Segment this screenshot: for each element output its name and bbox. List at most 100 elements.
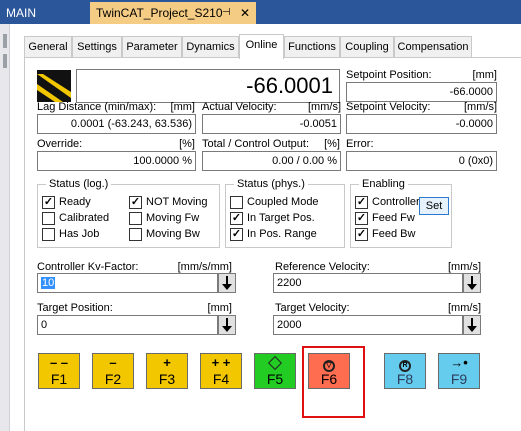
tab-label: Online <box>245 39 278 51</box>
f9-key-label: F9 <box>450 371 468 387</box>
checkbox-mark <box>129 212 142 225</box>
calibrated-checkbox[interactable]: Calibrated <box>42 212 109 226</box>
feed-fw-checkbox[interactable]: ✓ Feed Fw <box>355 212 415 226</box>
doc-tab-project-label: TwinCAT_Project_S210 <box>96 6 223 20</box>
target-velocity-unit: [mm/s] <box>448 302 481 314</box>
setpoint-position-unit: [mm] <box>472 69 497 81</box>
target-position-label: Target Position: <box>37 302 113 314</box>
f3-button[interactable]: + F3 <box>146 353 188 389</box>
target-position-input[interactable]: 0 <box>37 315 218 335</box>
tab-label: Settings <box>77 41 117 53</box>
checkbox-mark <box>42 228 55 241</box>
checkbox-mark: ✓ <box>230 228 243 241</box>
f4-button[interactable]: + + F4 <box>200 353 242 389</box>
kv-factor-input[interactable]: 10 <box>37 273 218 293</box>
target-position-arrow-button[interactable] <box>218 315 236 335</box>
close-icon[interactable]: ✕ <box>240 2 250 24</box>
f1-button[interactable]: – – F1 <box>38 353 80 389</box>
down-arrow-icon <box>467 318 477 332</box>
lag-distance-label: Lag Distance (min/max): <box>37 101 157 113</box>
checkbox-mark <box>230 196 243 209</box>
reference-velocity-input[interactable]: 2200 <box>273 273 463 293</box>
doc-tab-main-label: MAIN <box>6 6 36 20</box>
left-gutter <box>0 24 10 431</box>
tab-label: Coupling <box>345 41 389 53</box>
moving-fw-checkbox[interactable]: Moving Fw <box>129 212 199 226</box>
f1-key-label: F1 <box>50 371 68 387</box>
in-pos-range-checkbox[interactable]: ✓ In Pos. Range <box>230 228 317 242</box>
tab-general[interactable]: General <box>24 36 72 58</box>
in-target-pos-checkbox[interactable]: ✓ In Target Pos. <box>230 212 315 226</box>
checkbox-mark: ✓ <box>355 212 368 225</box>
yellow-black-stripe-icon <box>37 70 71 102</box>
checkbox-label: Moving Fw <box>146 212 200 224</box>
kv-factor-arrow-button[interactable] <box>218 273 236 293</box>
checkbox-label: Feed Fw <box>372 212 415 224</box>
tab-label: Compensation <box>397 41 469 53</box>
reference-velocity-unit: [mm/s] <box>448 261 481 273</box>
tab-dynamics[interactable]: Dynamics <box>182 36 239 58</box>
setpoint-position-value: -66.0000 <box>346 82 497 102</box>
doc-tab-project[interactable]: TwinCAT_Project_S210 ⊣ ✕ <box>90 2 256 24</box>
moving-bw-checkbox[interactable]: Moving Bw <box>129 228 200 242</box>
doc-tab-main[interactable]: MAIN <box>0 2 88 24</box>
diamond-icon <box>267 355 283 371</box>
coupled-mode-checkbox[interactable]: Coupled Mode <box>230 196 319 210</box>
kv-factor-value: 10 <box>41 277 56 289</box>
target-velocity-input[interactable]: 2000 <box>273 315 463 335</box>
f5-button[interactable]: F5 <box>254 353 296 389</box>
f3-key-label: F3 <box>158 371 176 387</box>
tab-label: Parameter <box>126 41 178 53</box>
reference-velocity-arrow-button[interactable] <box>463 273 481 293</box>
tab-compensation[interactable]: Compensation <box>394 36 472 58</box>
f9-button[interactable]: →• F9 <box>438 353 480 389</box>
controller-checkbox[interactable]: ✓ Controller <box>355 196 420 210</box>
target-position-unit: [mm] <box>207 302 232 314</box>
lag-distance-unit: [mm] <box>170 101 195 113</box>
f8-key-label: F8 <box>396 371 414 387</box>
ready-checkbox[interactable]: ✓ Ready <box>42 196 91 210</box>
document-tab-bar: MAIN TwinCAT_Project_S210 ⊣ ✕ <box>0 0 521 24</box>
tab-online[interactable]: Online <box>239 34 284 59</box>
pin-icon[interactable]: ⊣ <box>222 2 231 24</box>
checkbox-mark: ✓ <box>42 196 55 209</box>
checkbox-label: Calibrated <box>59 212 110 224</box>
set-button[interactable]: Set <box>419 197 449 215</box>
target-velocity-arrow-button[interactable] <box>463 315 481 335</box>
tab-label: Dynamics <box>186 41 235 53</box>
not-moving-checkbox[interactable]: ✓ NOT Moving <box>129 196 208 210</box>
tab-label: General <box>28 41 68 53</box>
gutter-marker <box>3 54 7 68</box>
checkbox-label: Feed Bw <box>372 228 416 240</box>
kv-factor-unit: [mm/s/mm] <box>177 261 232 273</box>
status-phys-title: Status (phys.) <box>234 178 308 190</box>
checkbox-mark <box>129 228 142 241</box>
f8-button[interactable]: R F8 <box>384 353 426 389</box>
override-value: 100.0000 % <box>37 151 196 171</box>
checkbox-label: In Target Pos. <box>247 212 315 224</box>
lag-distance-value: 0.0001 (-63.243, 63.536) <box>37 114 196 134</box>
checkbox-label: Moving Bw <box>146 228 200 240</box>
checkbox-mark: ✓ <box>355 196 368 209</box>
setpoint-position-label: Setpoint Position: <box>346 69 432 81</box>
feed-bw-checkbox[interactable]: ✓ Feed Bw <box>355 228 415 242</box>
checkbox-label: Coupled Mode <box>247 196 319 208</box>
error-label: Error: <box>346 138 374 150</box>
tab-label: Functions <box>288 41 336 53</box>
tab-coupling[interactable]: Coupling <box>340 36 394 58</box>
tab-parameter[interactable]: Parameter <box>122 36 182 58</box>
down-arrow-icon <box>467 276 477 290</box>
tab-functions[interactable]: Functions <box>284 36 340 58</box>
checkbox-label: Has Job <box>59 228 100 240</box>
target-velocity-label: Target Velocity: <box>275 302 350 314</box>
error-value: 0 (0x0) <box>346 151 497 171</box>
setpoint-velocity-value: -0.0000 <box>346 114 497 134</box>
online-tab-panel: -66.0001 Setpoint Position: [mm] -66.000… <box>24 57 521 431</box>
target-velocity-value: 2000 <box>277 319 302 331</box>
backward-icon: – <box>109 355 117 370</box>
total-control-output-label: Total / Control Output: <box>202 138 309 150</box>
has-job-checkbox[interactable]: Has Job <box>42 228 99 242</box>
status-phys-group: Status (phys.) Coupled Mode ✓ In Target P… <box>225 178 345 248</box>
f2-button[interactable]: – F2 <box>92 353 134 389</box>
tab-settings[interactable]: Settings <box>72 36 122 58</box>
